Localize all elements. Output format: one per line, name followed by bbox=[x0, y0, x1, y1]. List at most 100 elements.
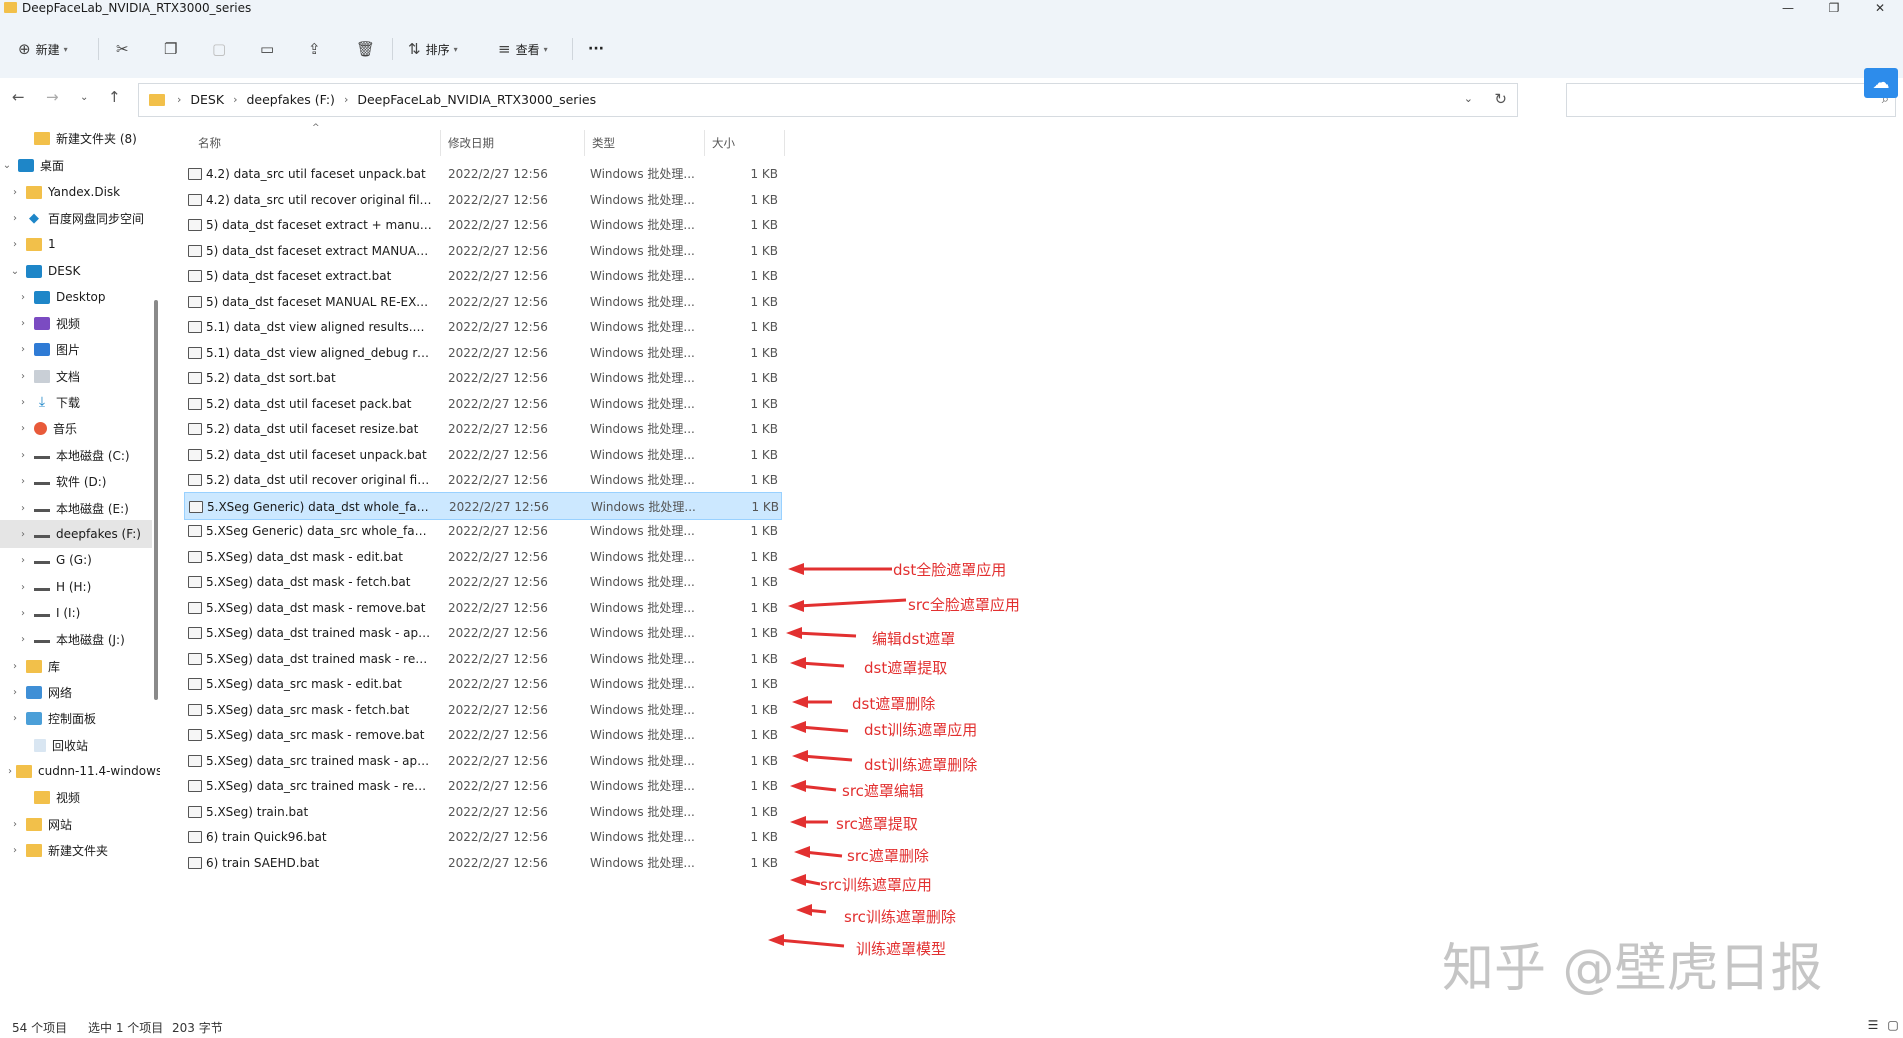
chevron-down-icon[interactable]: ⌄ bbox=[0, 160, 14, 171]
chevron-right-icon[interactable]: › bbox=[8, 213, 22, 224]
sidebar-item[interactable]: › 本地磁盘 (E:) bbox=[0, 494, 152, 522]
breadcrumb-item[interactable]: DESK bbox=[190, 84, 224, 116]
file-row[interactable]: 5.XSeg) data_dst mask - remove.bat 2022/2… bbox=[184, 594, 782, 622]
file-row[interactable]: 5.XSeg) data_src trained mask - appl... 2… bbox=[184, 747, 782, 775]
column-header-name[interactable]: 名称 bbox=[198, 132, 221, 154]
delete-button[interactable]: 🗑 bbox=[356, 36, 380, 62]
file-row[interactable]: 5.XSeg) data_src mask - edit.bat 2022/2/2… bbox=[184, 670, 782, 698]
sidebar-item[interactable]: › 音乐 bbox=[0, 414, 152, 442]
column-header-type[interactable]: 类型 bbox=[592, 132, 615, 154]
sidebar-item[interactable]: › 网站 bbox=[0, 810, 152, 838]
chevron-right-icon[interactable]: › bbox=[16, 450, 30, 461]
breadcrumb-item[interactable]: deepfakes (F:) bbox=[246, 84, 334, 116]
file-row[interactable]: 5.2) data_dst util faceset resize.bat 202… bbox=[184, 415, 782, 443]
sidebar-item[interactable]: › H (H:) bbox=[0, 573, 152, 601]
file-row[interactable]: 5.1) data_dst view aligned_debug res... 2… bbox=[184, 339, 782, 367]
sidebar-item[interactable]: › cudnn-11.4-windows bbox=[0, 757, 160, 785]
sidebar-item[interactable]: 视频 bbox=[0, 783, 152, 811]
sidebar-item[interactable]: › 新建文件夹 bbox=[0, 836, 152, 864]
file-row[interactable]: 5.2) data_dst util faceset unpack.bat 202… bbox=[184, 441, 782, 469]
sort-button[interactable]: ⇅ 排序 ▾ bbox=[408, 36, 458, 62]
address-bar[interactable]: › DESK › deepfakes (F:) › DeepFaceLab_NV… bbox=[138, 83, 1518, 117]
up-button[interactable]: ↑ bbox=[108, 88, 121, 106]
chevron-right-icon[interactable]: › bbox=[8, 845, 22, 856]
sidebar-item[interactable]: › 1 bbox=[0, 230, 152, 258]
forward-button[interactable]: → bbox=[46, 88, 59, 106]
chevron-down-icon[interactable]: ⌄ bbox=[8, 266, 22, 277]
chevron-right-icon[interactable]: › bbox=[8, 713, 22, 724]
file-row[interactable]: 5.2) data_dst sort.bat 2022/2/27 12:56 Win… bbox=[184, 364, 782, 392]
file-row[interactable]: 5.XSeg) data_dst mask - edit.bat 2022/2/2… bbox=[184, 543, 782, 571]
rename-button[interactable]: ▭ bbox=[260, 36, 279, 62]
sidebar-item[interactable]: › 软件 (D:) bbox=[0, 467, 152, 495]
file-row[interactable]: 5.XSeg Generic) data_src whole_face ... 2… bbox=[184, 517, 782, 545]
sidebar-item[interactable]: 新建文件夹 (8) bbox=[0, 124, 152, 152]
chevron-right-icon[interactable]: › bbox=[8, 687, 22, 698]
chevron-right-icon[interactable]: › bbox=[8, 819, 22, 830]
back-button[interactable]: ← bbox=[12, 88, 25, 106]
chevron-right-icon[interactable]: › bbox=[8, 661, 22, 672]
sidebar-item[interactable]: › Desktop bbox=[0, 283, 152, 311]
sidebar-item[interactable]: › 网络 bbox=[0, 678, 152, 706]
sidebar-item[interactable]: › 控制面板 bbox=[0, 704, 152, 732]
file-row[interactable]: 5.XSeg) train.bat 2022/2/27 12:56 Windows … bbox=[184, 798, 782, 826]
close-button[interactable]: ✕ bbox=[1857, 0, 1903, 16]
recent-locations-button[interactable]: ⌄ bbox=[80, 92, 88, 103]
sidebar-item[interactable]: › G (G:) bbox=[0, 546, 152, 574]
file-row[interactable]: 4.2) data_src util recover original file… bbox=[184, 186, 782, 214]
sidebar-item[interactable]: ⌄ DESK bbox=[0, 257, 152, 285]
sidebar-item[interactable]: ⌄ 桌面 bbox=[0, 151, 152, 179]
chevron-right-icon[interactable]: › bbox=[16, 476, 30, 487]
file-row[interactable]: 5.XSeg Generic) data_dst whole_face ... 2… bbox=[184, 491, 782, 520]
view-button[interactable]: ≡ 查看 ▾ bbox=[498, 36, 548, 62]
sidebar-item[interactable]: › 本地磁盘 (C:) bbox=[0, 441, 152, 469]
sidebar-item[interactable]: › deepfakes (F:) bbox=[0, 520, 152, 548]
sidebar-item[interactable]: › ⤓ 下载 bbox=[0, 388, 152, 416]
chevron-right-icon[interactable]: › bbox=[16, 344, 30, 355]
chevron-right-icon[interactable]: › bbox=[8, 187, 22, 198]
breadcrumb-item[interactable]: DeepFaceLab_NVIDIA_RTX3000_series bbox=[357, 84, 596, 116]
sidebar-item[interactable]: › 文档 bbox=[0, 362, 152, 390]
column-header-size[interactable]: 大小 bbox=[712, 132, 735, 154]
more-button[interactable]: ··· bbox=[588, 36, 604, 62]
sidebar-item[interactable]: › 视频 bbox=[0, 309, 152, 337]
file-row[interactable]: 5.2) data_dst util faceset pack.bat 2022/… bbox=[184, 390, 782, 418]
chevron-right-icon[interactable]: › bbox=[16, 582, 30, 593]
file-row[interactable]: 5.2) data_dst util recover original file… bbox=[184, 466, 782, 494]
file-row[interactable]: 6) train SAEHD.bat 2022/2/27 12:56 Windows… bbox=[184, 849, 782, 877]
file-row[interactable]: 5.XSeg) data_src trained mask - rem... 20… bbox=[184, 772, 782, 800]
sidebar-item[interactable]: › ◆ 百度网盘同步空间 bbox=[0, 204, 152, 232]
file-row[interactable]: 5.1) data_dst view aligned results.bat 20… bbox=[184, 313, 782, 341]
column-divider[interactable] bbox=[704, 130, 705, 156]
file-row[interactable]: 5.XSeg) data_dst trained mask - appl... 2… bbox=[184, 619, 782, 647]
sidebar-item[interactable]: › 图片 bbox=[0, 335, 152, 363]
sidebar-item[interactable]: › I (I:) bbox=[0, 599, 152, 627]
sidebar-item[interactable]: › 库 bbox=[0, 652, 152, 680]
file-row[interactable]: 4.2) data_src util faceset unpack.bat 202… bbox=[184, 160, 782, 188]
file-row[interactable]: 5) data_dst faceset extract MANUAL.... 20… bbox=[184, 237, 782, 265]
minimize-button[interactable]: — bbox=[1765, 0, 1811, 16]
cut-button[interactable]: ✂ bbox=[116, 36, 134, 62]
sidebar-item[interactable]: › 本地磁盘 (J:) bbox=[0, 625, 152, 653]
file-row[interactable]: 5.XSeg) data_src mask - fetch.bat 2022/2/… bbox=[184, 696, 782, 724]
file-row[interactable]: 5.XSeg) data_src mask - remove.bat 2022/2… bbox=[184, 721, 782, 749]
copy-button[interactable]: ❐ bbox=[164, 36, 182, 62]
paste-button[interactable]: ▢ bbox=[212, 36, 231, 62]
sidebar-item[interactable]: 回收站 bbox=[0, 731, 152, 759]
chevron-right-icon[interactable]: › bbox=[16, 608, 30, 619]
chevron-right-icon[interactable]: › bbox=[16, 397, 30, 408]
chevron-right-icon[interactable]: › bbox=[8, 239, 22, 250]
column-divider[interactable] bbox=[584, 130, 585, 156]
chevron-right-icon[interactable]: › bbox=[16, 634, 30, 645]
refresh-icon[interactable]: ↻ bbox=[1494, 90, 1507, 108]
file-row[interactable]: 6) train Quick96.bat 2022/2/27 12:56 Windo… bbox=[184, 823, 782, 851]
column-divider[interactable] bbox=[440, 130, 441, 156]
cloud-sync-button[interactable]: ☁ bbox=[1864, 68, 1898, 98]
column-header-modified[interactable]: 修改日期 bbox=[448, 132, 494, 154]
chevron-right-icon[interactable]: › bbox=[16, 503, 30, 514]
share-button[interactable]: ⇪ bbox=[308, 36, 326, 62]
chevron-right-icon[interactable]: › bbox=[16, 371, 30, 382]
file-row[interactable]: 5) data_dst faceset extract + manual ...… bbox=[184, 211, 782, 239]
new-button[interactable]: ⊕ 新建 ▾ bbox=[18, 36, 68, 62]
chevron-right-icon[interactable]: › bbox=[16, 555, 30, 566]
